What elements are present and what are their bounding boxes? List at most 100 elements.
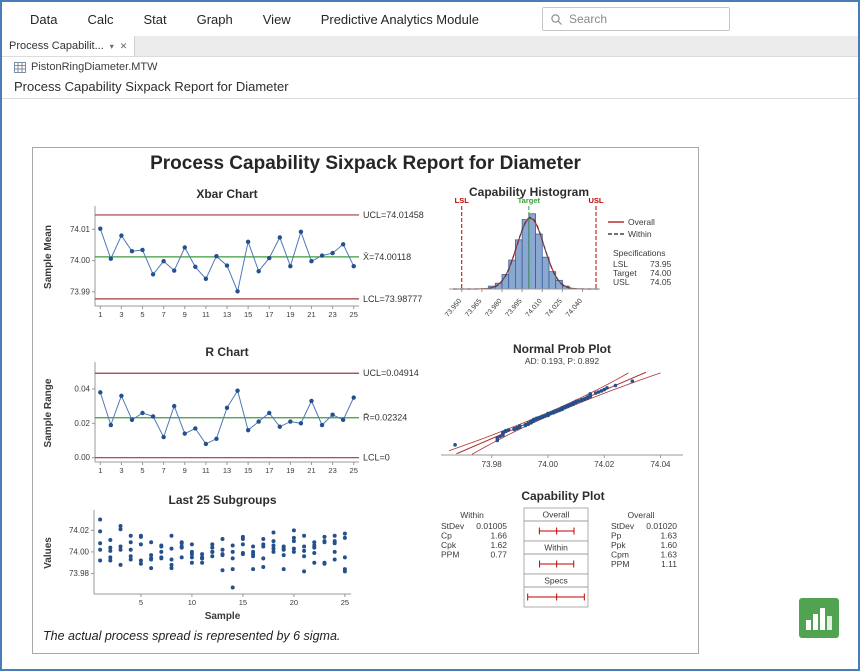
svg-text:9: 9 xyxy=(183,310,187,319)
svg-text:3: 3 xyxy=(119,310,123,319)
search-box[interactable] xyxy=(542,7,730,31)
svg-text:1: 1 xyxy=(98,466,102,475)
tab-dropdown-icon[interactable]: ▾ xyxy=(110,42,114,51)
svg-text:Ppk: Ppk xyxy=(611,540,626,550)
svg-text:0.00: 0.00 xyxy=(74,453,90,462)
menu-item-calc[interactable]: Calc xyxy=(87,12,113,27)
svg-text:Target: Target xyxy=(518,196,541,205)
svg-text:25: 25 xyxy=(350,466,358,475)
svg-text:Overall: Overall xyxy=(628,217,655,227)
svg-text:1.11: 1.11 xyxy=(661,559,677,569)
svg-text:11: 11 xyxy=(202,466,210,475)
svg-text:74.025: 74.025 xyxy=(545,298,564,319)
menu-item-graph[interactable]: Graph xyxy=(197,12,233,27)
svg-text:Pp: Pp xyxy=(611,531,622,541)
capability-plot: Capability PlotOverallWithinSpecsWithinS… xyxy=(425,488,698,638)
report-canvas[interactable]: Process Capability Sixpack Report for Di… xyxy=(32,147,699,654)
svg-text:5: 5 xyxy=(140,466,144,475)
svg-text:LCL=73.98777: LCL=73.98777 xyxy=(363,294,422,304)
svg-text:5: 5 xyxy=(139,598,143,607)
svg-text:25: 25 xyxy=(341,598,349,607)
r-chart: R ChartSample Range0.000.020.04135791113… xyxy=(37,344,437,494)
worksheet-icon xyxy=(14,62,26,73)
tab-close-icon[interactable]: ✕ xyxy=(120,41,128,52)
svg-text:74.02: 74.02 xyxy=(594,460,615,469)
bar-chart-icon xyxy=(799,598,839,638)
svg-text:3: 3 xyxy=(119,466,123,475)
svg-text:1.63: 1.63 xyxy=(660,550,677,560)
svg-text:74.04: 74.04 xyxy=(650,460,671,469)
svg-text:5: 5 xyxy=(140,310,144,319)
svg-text:1: 1 xyxy=(98,310,102,319)
svg-text:9: 9 xyxy=(183,466,187,475)
svg-text:R̄=0.02324: R̄=0.02324 xyxy=(363,413,407,423)
svg-text:1.66: 1.66 xyxy=(490,531,507,541)
svg-text:StDev: StDev xyxy=(611,521,635,531)
svg-text:UCL=74.01458: UCL=74.01458 xyxy=(363,210,424,220)
insights-button[interactable] xyxy=(799,598,839,638)
menu-item-data[interactable]: Data xyxy=(30,12,57,27)
svg-text:11: 11 xyxy=(202,310,210,319)
svg-text:73.98: 73.98 xyxy=(482,460,503,469)
svg-text:Overall: Overall xyxy=(628,510,655,520)
svg-text:74.05: 74.05 xyxy=(650,277,672,287)
svg-text:Within: Within xyxy=(628,229,652,239)
menu-item-view[interactable]: View xyxy=(263,12,291,27)
svg-text:Values: Values xyxy=(43,537,54,569)
svg-text:10: 10 xyxy=(188,598,196,607)
svg-text:15: 15 xyxy=(244,466,252,475)
svg-text:Cpk: Cpk xyxy=(441,540,457,550)
svg-text:X̄=74.00118: X̄=74.00118 xyxy=(363,252,411,262)
svg-text:USL: USL xyxy=(588,196,603,205)
svg-text:Specifications: Specifications xyxy=(613,248,665,258)
svg-text:23: 23 xyxy=(328,310,336,319)
svg-text:PPM: PPM xyxy=(441,550,459,560)
svg-text:LSL: LSL xyxy=(455,196,470,205)
svg-text:1.60: 1.60 xyxy=(660,540,677,550)
svg-text:UCL=0.04914: UCL=0.04914 xyxy=(363,368,419,378)
menu-item-predictive-analytics[interactable]: Predictive Analytics Module xyxy=(321,12,479,27)
svg-text:74.00: 74.00 xyxy=(69,547,90,556)
svg-text:Sample Range: Sample Range xyxy=(43,378,54,447)
svg-text:R Chart: R Chart xyxy=(205,345,248,359)
svg-text:73.98: 73.98 xyxy=(69,569,90,578)
worksheet-name: PistonRingDiameter.MTW xyxy=(31,61,158,73)
svg-text:73.99: 73.99 xyxy=(70,287,91,296)
svg-text:Sample: Sample xyxy=(205,611,241,622)
svg-text:Xbar Chart: Xbar Chart xyxy=(196,187,257,201)
last-25-subgroups-chart: Last 25 Subgroups Values 73.98 74.00 74.02 5 1… xyxy=(37,492,437,642)
svg-text:23: 23 xyxy=(328,466,336,475)
report-title: Process Capability Sixpack Report for Di… xyxy=(33,153,698,175)
svg-text:74.01: 74.01 xyxy=(70,225,91,234)
svg-text:15: 15 xyxy=(239,598,247,607)
svg-text:Overall: Overall xyxy=(543,510,570,520)
svg-text:73.995: 73.995 xyxy=(505,298,524,319)
svg-text:0.02: 0.02 xyxy=(74,419,90,428)
svg-text:Last 25 Subgroups: Last 25 Subgroups xyxy=(168,493,276,507)
svg-text:21: 21 xyxy=(307,466,315,475)
svg-text:74.00: 74.00 xyxy=(70,256,91,265)
svg-text:73.950: 73.950 xyxy=(444,298,463,319)
svg-text:AD: 0.193, P: 0.892: AD: 0.193, P: 0.892 xyxy=(525,356,599,366)
svg-text:0.04: 0.04 xyxy=(74,384,90,393)
svg-text:Within: Within xyxy=(460,510,484,520)
xbar-chart: Xbar ChartSample Mean73.9974.0074.011357… xyxy=(37,184,437,344)
svg-text:Within: Within xyxy=(544,543,568,553)
svg-text:74.010: 74.010 xyxy=(525,298,544,319)
svg-text:25: 25 xyxy=(350,310,358,319)
svg-text:17: 17 xyxy=(265,310,273,319)
search-input[interactable] xyxy=(569,12,714,26)
svg-text:USL: USL xyxy=(613,277,630,287)
svg-text:74.02: 74.02 xyxy=(69,526,90,535)
svg-text:13: 13 xyxy=(223,310,231,319)
svg-text:Cp: Cp xyxy=(441,531,452,541)
svg-text:Specs: Specs xyxy=(544,576,568,586)
tab-process-capability[interactable]: Process Capabilit... ▾ ✕ xyxy=(2,36,135,56)
svg-text:7: 7 xyxy=(162,466,166,475)
menu-item-stat[interactable]: Stat xyxy=(143,12,166,27)
svg-text:Normal Prob Plot: Normal Prob Plot xyxy=(513,342,611,356)
svg-text:1.63: 1.63 xyxy=(660,531,677,541)
worksheet-link[interactable]: PistonRingDiameter.MTW xyxy=(14,61,158,73)
svg-text:21: 21 xyxy=(307,310,315,319)
svg-text:19: 19 xyxy=(286,466,294,475)
